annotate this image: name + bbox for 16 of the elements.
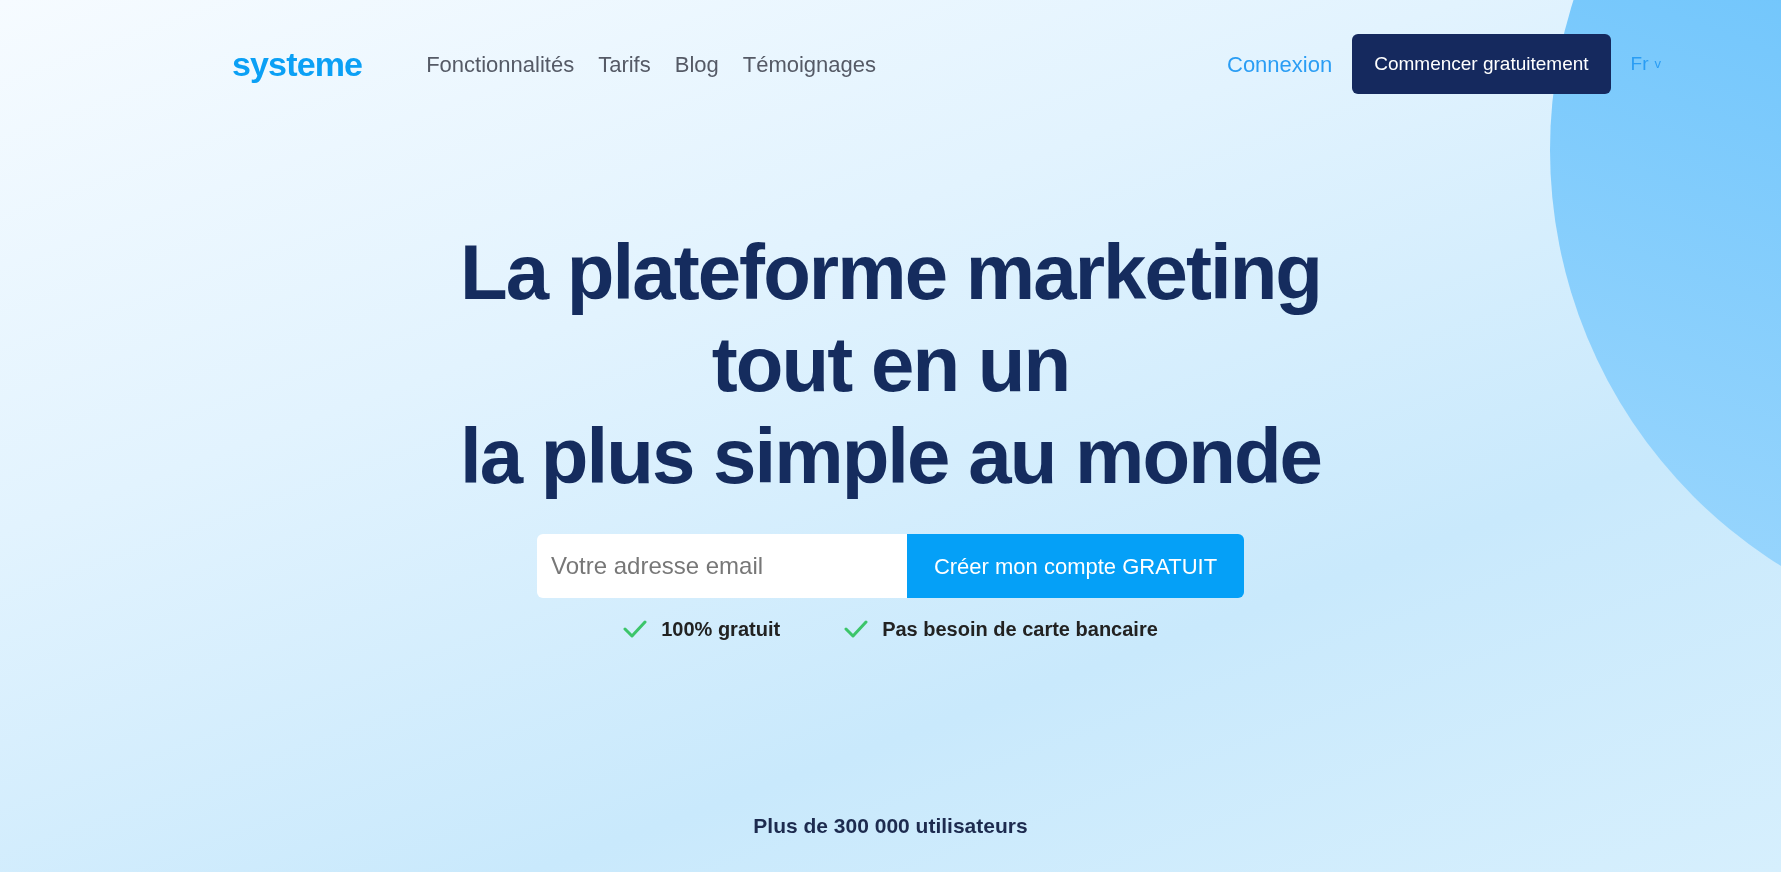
email-field[interactable]: Votre adresse email: [537, 534, 907, 598]
benefit-text: Pas besoin de carte bancaire: [882, 617, 1158, 642]
start-free-button[interactable]: Commencer gratuitement: [1352, 34, 1611, 94]
headline: La plateforme marketing: [459, 227, 1322, 318]
check-icon: [844, 620, 869, 638]
users-count: Plus de 300 000 utilisateurs: [753, 813, 1028, 839]
headline: la plus simple au monde: [460, 411, 1321, 502]
nav-link[interactable]: Témoignages: [742, 47, 877, 81]
check-icon: [623, 620, 648, 638]
headline: tout en un: [711, 319, 1070, 410]
benefit-text: 100% gratuit: [661, 617, 781, 642]
nav-link[interactable]: Blog: [674, 47, 719, 81]
language-label: Fr: [1630, 51, 1649, 76]
nav-link[interactable]: Tarifs: [598, 47, 651, 81]
caret-icon: v: [1654, 54, 1661, 74]
nav-link[interactable]: Fonctionnalités: [426, 47, 575, 81]
